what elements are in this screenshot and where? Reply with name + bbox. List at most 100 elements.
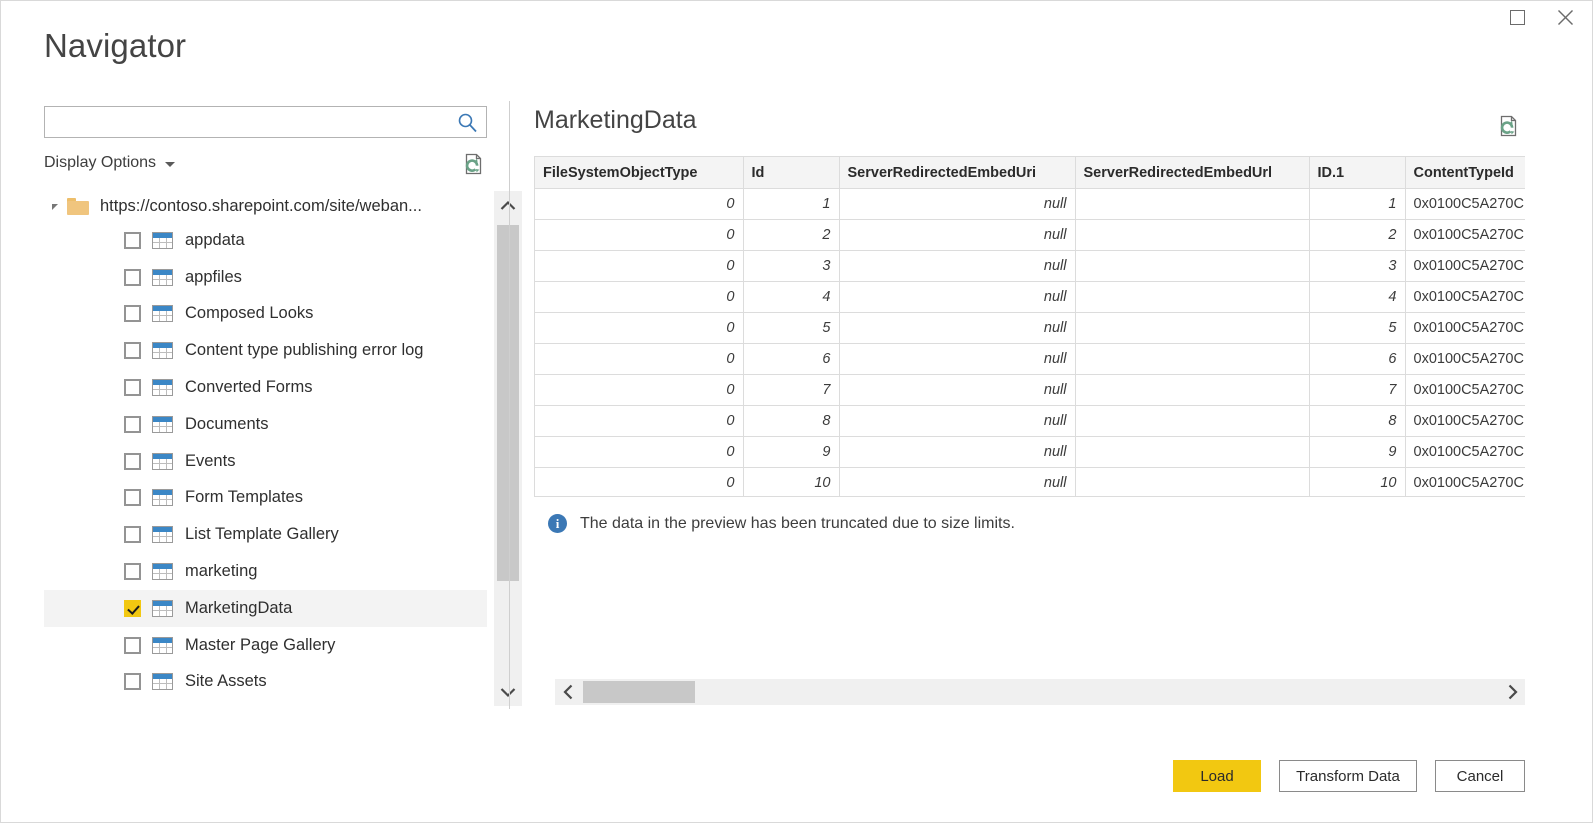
- tree-scrollbar-thumb[interactable]: [497, 225, 519, 581]
- tree-item-checkbox[interactable]: [124, 305, 141, 322]
- search-box[interactable]: [44, 106, 487, 138]
- chevron-right-icon: [1507, 684, 1518, 700]
- column-header[interactable]: ServerRedirectedEmbedUrl: [1075, 157, 1309, 189]
- search-input[interactable]: [53, 107, 457, 139]
- tree-item-checkbox[interactable]: [124, 489, 141, 506]
- tree-item[interactable]: appfiles: [44, 259, 487, 296]
- tree-item-label: MarketingData: [185, 599, 292, 618]
- table-cell: null: [839, 375, 1075, 406]
- scroll-down-button[interactable]: [494, 678, 522, 706]
- chevron-down-icon: [500, 687, 516, 698]
- table-row: 04null40x0100C5A270C: [535, 282, 1525, 313]
- tree-item-checkbox[interactable]: [124, 563, 141, 580]
- title-bar: [1, 1, 1592, 35]
- table-icon: [152, 489, 173, 506]
- tree-item[interactable]: Site Assets: [44, 664, 487, 701]
- dialog-footer: Load Transform Data Cancel: [1, 760, 1592, 794]
- table-cell: 0x0100C5A270C: [1405, 189, 1525, 220]
- tree-item[interactable]: Documents: [44, 406, 487, 443]
- table-cell: [1075, 282, 1309, 313]
- tree-item[interactable]: Content type publishing error log: [44, 332, 487, 369]
- maximize-icon: [1510, 10, 1525, 25]
- tree-item-checkbox[interactable]: [124, 526, 141, 543]
- table-cell: 2: [1309, 220, 1405, 251]
- tree-item[interactable]: MarketingData: [44, 590, 487, 627]
- tree-item-checkbox[interactable]: [124, 232, 141, 249]
- column-header[interactable]: ID.1: [1309, 157, 1405, 189]
- search-icon[interactable]: [457, 112, 478, 138]
- tree-item-label: appfiles: [185, 268, 242, 287]
- tree-item-label: Events: [185, 452, 235, 471]
- tree-item-checkbox[interactable]: [124, 379, 141, 396]
- tree-item[interactable]: appdata: [44, 222, 487, 259]
- table-cell: [1075, 437, 1309, 468]
- tree-item[interactable]: Form Templates: [44, 480, 487, 517]
- table-cell: 0: [535, 220, 743, 251]
- scroll-up-button[interactable]: [494, 191, 522, 219]
- navigator-dialog: Navigator Display Options: [0, 0, 1593, 823]
- tree-item-checkbox[interactable]: [124, 453, 141, 470]
- object-tree[interactable]: https://contoso.sharepoint.com/site/weba…: [44, 191, 487, 706]
- tree-item-label: Converted Forms: [185, 378, 312, 397]
- display-options-dropdown[interactable]: Display Options: [44, 154, 175, 172]
- table-cell: 6: [1309, 344, 1405, 375]
- scroll-left-button[interactable]: [555, 679, 581, 705]
- cancel-button[interactable]: Cancel: [1435, 760, 1525, 792]
- tree-item[interactable]: Composed Looks: [44, 296, 487, 333]
- preview-table-container[interactable]: FileSystemObjectTypeIdServerRedirectedEm…: [534, 156, 1525, 497]
- table-icon: [152, 526, 173, 543]
- preview-scrollbar-thumb[interactable]: [583, 681, 695, 703]
- close-button[interactable]: [1542, 1, 1588, 33]
- refresh-navigation-button[interactable]: [461, 151, 487, 182]
- tree-item-checkbox[interactable]: [124, 269, 141, 286]
- table-row: 010null100x0100C5A270C: [535, 468, 1525, 498]
- table-cell: 0: [535, 468, 743, 498]
- tree-item[interactable]: List Template Gallery: [44, 516, 487, 553]
- table-cell: 0x0100C5A270C: [1405, 251, 1525, 282]
- load-button[interactable]: Load: [1173, 760, 1261, 792]
- table-cell: 0: [535, 313, 743, 344]
- table-row: 02null20x0100C5A270C: [535, 220, 1525, 251]
- preview-pane: MarketingData FileSystemObjectTypeIdServ…: [534, 106, 1534, 711]
- table-cell: null: [839, 437, 1075, 468]
- preview-table: FileSystemObjectTypeIdServerRedirectedEm…: [535, 157, 1525, 497]
- tree-vertical-scrollbar[interactable]: [494, 191, 522, 706]
- tree-item-label: marketing: [185, 562, 257, 581]
- table-row: 06null60x0100C5A270C: [535, 344, 1525, 375]
- table-cell: 1: [743, 189, 839, 220]
- tree-item-label: Form Templates: [185, 488, 303, 507]
- expander-icon[interactable]: [52, 204, 58, 210]
- scroll-right-button[interactable]: [1499, 679, 1525, 705]
- column-header[interactable]: Id: [743, 157, 839, 189]
- tree-item-checkbox[interactable]: [124, 600, 141, 617]
- refresh-page-icon: [1496, 113, 1522, 139]
- column-header[interactable]: FileSystemObjectType: [535, 157, 743, 189]
- table-cell: 0: [535, 282, 743, 313]
- tree-item-checkbox[interactable]: [124, 637, 141, 654]
- table-cell: 3: [743, 251, 839, 282]
- table-cell: 5: [1309, 313, 1405, 344]
- maximize-button[interactable]: [1494, 1, 1540, 33]
- transform-data-button[interactable]: Transform Data: [1279, 760, 1417, 792]
- tree-item[interactable]: Events: [44, 443, 487, 480]
- column-header[interactable]: ServerRedirectedEmbedUri: [839, 157, 1075, 189]
- table-row: 03null30x0100C5A270C: [535, 251, 1525, 282]
- tree-item[interactable]: Converted Forms: [44, 369, 487, 406]
- truncation-message: The data in the preview has been truncat…: [580, 515, 1015, 533]
- tree-item-checkbox[interactable]: [124, 416, 141, 433]
- column-header[interactable]: ContentTypeId: [1405, 157, 1525, 189]
- table-row: 08null80x0100C5A270C: [535, 406, 1525, 437]
- table-cell: 10: [1309, 468, 1405, 498]
- close-icon: [1557, 9, 1574, 26]
- tree-item-checkbox[interactable]: [124, 342, 141, 359]
- refresh-preview-button[interactable]: [1496, 113, 1522, 144]
- table-cell: null: [839, 282, 1075, 313]
- tree-item[interactable]: marketing: [44, 553, 487, 590]
- preview-horizontal-scrollbar[interactable]: [555, 679, 1525, 705]
- table-cell: 0: [535, 189, 743, 220]
- tree-item[interactable]: Master Page Gallery: [44, 627, 487, 664]
- tree-root-node[interactable]: https://contoso.sharepoint.com/site/weba…: [44, 191, 487, 222]
- table-cell: 0x0100C5A270C: [1405, 220, 1525, 251]
- tree-item-checkbox[interactable]: [124, 673, 141, 690]
- table-cell: [1075, 251, 1309, 282]
